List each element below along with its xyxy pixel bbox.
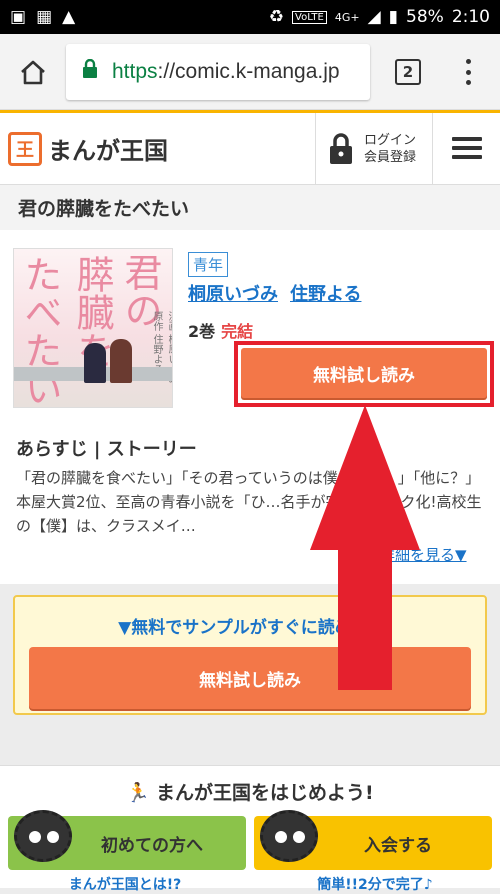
site-logo[interactable]: 王 まんが王国 (8, 131, 168, 166)
site-header: 王 まんが王国 ログイン 会員登録 (0, 110, 500, 184)
tab-switcher-button[interactable]: 2 (395, 59, 421, 85)
author-link[interactable]: 桐原いづみ (188, 280, 278, 306)
cover-character (84, 343, 106, 383)
network-label: 4G+ (334, 10, 360, 24)
signal-icon: ◢ (367, 7, 381, 27)
genre-badge[interactable]: 青年 (188, 252, 229, 277)
completion-status: 完結 (221, 322, 254, 341)
logo-text: まんが王国 (48, 137, 168, 165)
highlight-box (234, 341, 494, 407)
register-label: 会員登録 (364, 149, 417, 165)
calendar-icon: ▦ (36, 7, 53, 27)
status-bar: ▣ ▦ ▲ ♻ VoLTE 4G+ ◢ ▮ 58% 2:10 (0, 0, 500, 34)
clock: 2:10 (451, 7, 490, 27)
recycle-icon: ♻ (268, 7, 285, 27)
warning-icon: ▲ (62, 7, 76, 27)
url-scheme: https (112, 60, 158, 83)
browser-menu-button[interactable] (458, 56, 478, 88)
login-label: ログイン (364, 132, 417, 148)
arrow-annotation-icon (310, 405, 420, 690)
author-links: 桐原いづみ 住野よる (188, 280, 361, 306)
mascot-icon (260, 810, 318, 862)
cover-character (110, 339, 132, 383)
login-button[interactable]: ログイン 会員登録 (315, 113, 433, 184)
join-heading: まんが王国をはじめよう! (156, 782, 374, 804)
volte-label: VoLTE (292, 10, 327, 24)
mascot-icon (14, 810, 72, 862)
image-icon: ▣ (10, 7, 27, 27)
hamburger-menu-icon[interactable] (452, 137, 482, 159)
home-icon (21, 60, 45, 84)
lock-icon (330, 132, 352, 164)
runner-icon: 🏃 (126, 782, 150, 804)
synopsis-heading: あらすじ | ストーリー (16, 439, 197, 460)
about-link[interactable]: まんが王国とは!? (0, 874, 250, 894)
cover-title-line: たべたい (18, 255, 62, 407)
battery-icon: ▮ (388, 7, 399, 27)
url-text: ://comic.k-manga.jp (157, 60, 340, 83)
home-button[interactable] (0, 34, 66, 110)
author-link[interactable]: 住野よる (290, 280, 361, 306)
join-section: 🏃 まんが王国をはじめよう! 初めての方へ 入会する まんが王国とは!? 簡単!!… (0, 765, 500, 893)
volume-count: 2巻 (188, 322, 216, 341)
url-bar[interactable]: https ://comic.k-manga.jp (66, 44, 370, 100)
cover-credit: 原作 住野よる (151, 311, 162, 375)
page-title: 君の膵臓をたべたい (0, 184, 500, 230)
battery-percent: 58% (406, 7, 444, 27)
signup-link[interactable]: 簡単!!2分で完了♪ (250, 874, 500, 894)
browser-toolbar: https ://comic.k-manga.jp 2 (0, 34, 500, 110)
cover-image[interactable]: 君の 膵臓を たべたい 原作 住野よる 漫画 桐原いづみ (13, 248, 173, 408)
lock-icon (82, 58, 98, 85)
logo-mark: 王 (8, 131, 42, 166)
volume-info: 2巻 完結 (188, 318, 253, 342)
